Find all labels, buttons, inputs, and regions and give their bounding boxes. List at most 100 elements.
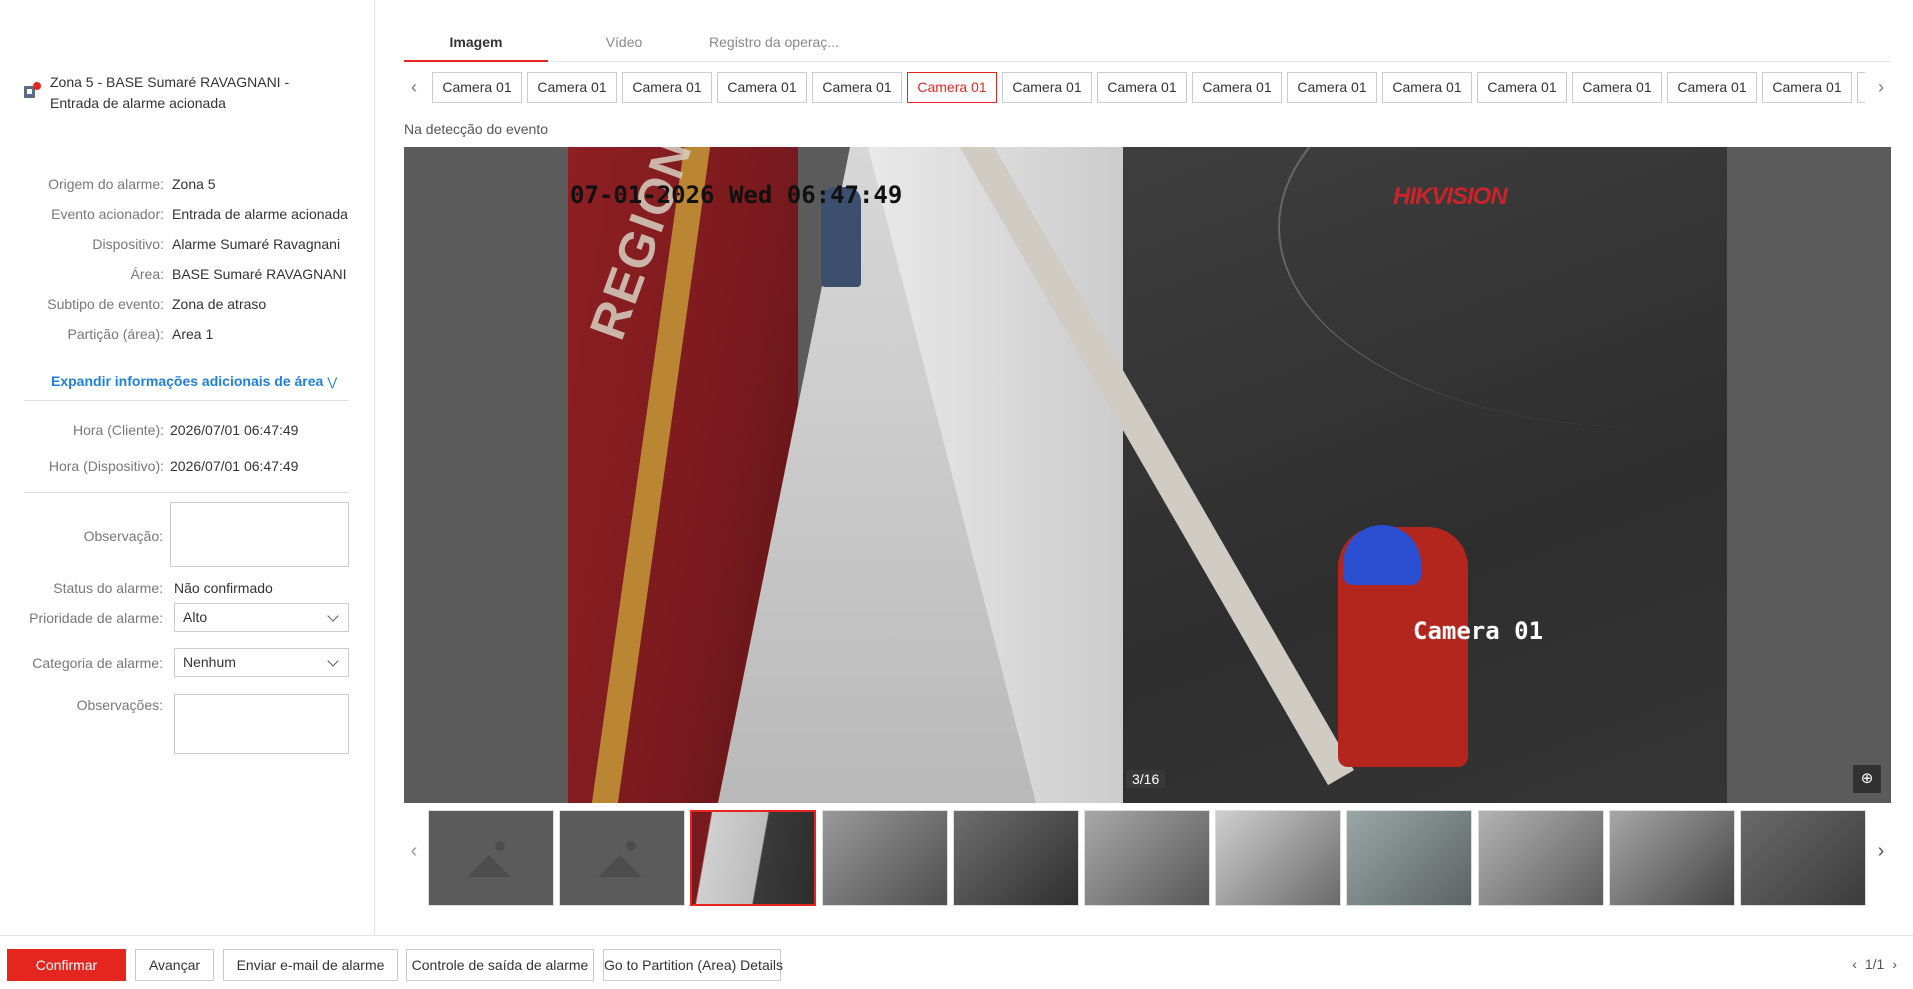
detail-value: Entrada de alarme acionada [172,206,348,222]
category-label: Categoria de alarme: [32,655,163,671]
media-tabs: Imagem Vídeo Registro da operaç... [404,28,1891,62]
camera-button[interactable]: Camera 01 [907,72,997,103]
detail-value: BASE Sumaré RAVAGNANI [172,266,347,282]
chevron-left-icon[interactable]: ‹ [406,72,422,103]
detail-label: Subtipo de evento: [47,296,164,312]
chevron-left-icon[interactable]: ‹ [406,840,422,863]
camera-button[interactable]: Camera 01 [622,72,712,103]
camera-button[interactable]: Camera 01 [1572,72,1662,103]
double-chevron-down-icon: ⋁ [327,375,338,389]
zoom-in-icon[interactable]: ⊕ [1853,765,1881,793]
remarks-label: Observações: [76,697,163,713]
alarm-header: Zona 5 - BASE Sumaré RAVAGNANI - Entrada… [22,72,352,114]
thumbnail[interactable] [690,810,817,906]
thumbnail-image [822,811,947,905]
send-alarm-email-button[interactable]: Enviar e-mail de alarme [223,949,398,981]
image-counter: 3/16 [1126,770,1166,788]
confirm-button[interactable]: Confirmar [7,949,126,981]
thumbnail[interactable] [1477,810,1604,906]
priority-selected-value: Alto [183,609,208,625]
camera-button[interactable]: Camera 01 [1667,72,1757,103]
chevron-right-icon[interactable]: › [1873,840,1889,863]
thumbnail[interactable] [428,810,554,906]
category-select[interactable]: Nenhum [174,648,349,677]
detail-value: Area 1 [172,326,214,342]
alarm-device-icon [22,82,41,100]
camera-button[interactable]: Camera 01 [432,72,522,103]
detail-label: Partição (área): [67,326,164,342]
thumbnail[interactable] [1346,810,1473,906]
camera-button[interactable]: Camera 01 [1097,72,1187,103]
thumbnail[interactable] [559,810,686,906]
divider [24,492,349,493]
camera-snapshot: REGIONAL CENTRAL 07-01-2026 Wed 06:47:49… [568,147,1727,803]
camera-button[interactable]: Camera 01 [1002,72,1092,103]
camera-button[interactable]: Camera 01 [1192,72,1282,103]
detail-label: Dispositivo: [92,236,164,252]
camera-button[interactable]: Camera 01 [1287,72,1377,103]
priority-label: Prioridade de alarme: [29,610,163,626]
page-indicator: 1/1 [1864,956,1885,972]
chevron-left-icon[interactable]: ‹ [1852,956,1857,972]
thumbnail-image [1741,811,1865,905]
camera-button[interactable]: Camera 01 [527,72,617,103]
time-value: 2026/07/01 06:47:49 [170,422,299,438]
detail-label: Área: [130,266,164,282]
camera-button[interactable]: Camera 01 [1762,72,1852,103]
thumbnail-strip: ‹ › [404,810,1891,907]
time-row-client: Hora (Cliente): 2026/07/01 06:47:49 [0,418,375,442]
thumbnail[interactable] [1084,810,1210,906]
alarm-output-control-button[interactable]: Controle de saída de alarme [406,949,594,981]
observation-textarea[interactable] [170,502,349,567]
alarm-details-panel: Zona 5 - BASE Sumaré RAVAGNANI - Entrada… [0,0,375,935]
camera-button[interactable]: Camera 01 [1382,72,1472,103]
thumbnail-image [1347,811,1472,905]
camera-button[interactable]: Camera 01 [717,72,807,103]
chevron-right-icon[interactable]: › [1873,72,1889,103]
alarm-title: Zona 5 - BASE Sumaré RAVAGNANI - Entrada… [50,74,290,111]
thumbnail[interactable] [1740,810,1866,906]
chevron-right-icon[interactable]: › [1892,956,1897,972]
event-moment-label: Na detecção do evento [404,121,548,137]
osd-brand-logo: HIKVISION [1393,183,1508,210]
divider [24,400,349,401]
time-label: Hora (Dispositivo): [48,458,164,474]
detail-row-trigger-event: Evento acionador: Entrada de alarme acio… [0,202,375,226]
thumbnail-image [1609,811,1734,905]
detail-row-area: Área: BASE Sumaré RAVAGNANI [0,262,375,286]
thumbnail[interactable] [952,810,1079,906]
expand-label: Expandir informações adicionais de área [51,373,324,389]
time-row-device: Hora (Dispositivo): 2026/07/01 06:47:49 [0,454,375,478]
camera-button[interactable]: Camera 01 [1477,72,1567,103]
thumbnail-image [1085,811,1209,905]
action-footer: Confirmar Avançar Enviar e-mail de alarm… [0,935,1913,989]
tab-image[interactable]: Imagem [404,28,548,62]
detail-value: Zona de atraso [172,296,267,312]
thumbnail-image [1478,811,1603,905]
thumbnail[interactable] [1215,810,1342,906]
chevron-down-icon [327,610,339,622]
camera-button[interactable]: Camera 01 [812,72,902,103]
detail-value: Alarme Sumaré Ravagnani [172,236,341,252]
thumbnail[interactable] [821,810,948,906]
image-viewer[interactable]: REGIONAL CENTRAL 07-01-2026 Wed 06:47:49… [404,147,1891,803]
osd-timestamp: 07-01-2026 Wed 06:47:49 [570,181,903,209]
time-label: Hora (Cliente): [72,422,164,438]
detail-label: Origem do alarme: [48,176,164,192]
thumbnail[interactable] [1608,810,1735,906]
expand-area-info-link[interactable]: Expandir informações adicionais de área ⋁ [51,373,337,389]
partition-details-button[interactable]: Go to Partition (Area) Details [603,949,783,981]
detail-label: Evento acionador: [51,206,164,222]
detail-row-event-subtype: Subtipo de evento: Zona de atraso [0,292,375,316]
thumbnail-image [692,812,815,904]
chevron-down-icon [327,655,339,667]
detail-row-origin: Origem do alarme: Zona 5 [0,172,375,196]
remarks-textarea[interactable] [174,694,349,754]
osd-camera-name: Camera 01 [1413,617,1544,645]
tab-operation-log[interactable]: Registro da operaç... [694,28,854,62]
tab-video[interactable]: Vídeo [584,28,664,62]
priority-select[interactable]: Alto [174,603,349,632]
thumbnail-image [1216,811,1341,905]
camera-selector: ‹ Camera 01 Camera 01 Camera 01 Camera 01 Ca… [404,72,1891,103]
next-button[interactable]: Avançar [135,949,214,981]
